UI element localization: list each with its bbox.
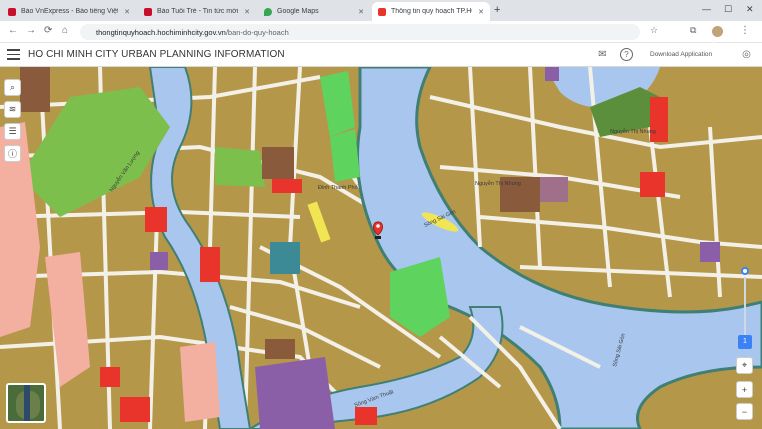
vnexpress-favicon-icon [8,7,16,16]
red-zone [145,207,167,232]
close-window-icon[interactable]: ✕ [746,4,754,15]
planning-map[interactable]: Sông Sài Gòn Sông Sài Gòn Sông Vàm Thuật… [0,67,762,429]
tab-title: Thông tin quy hoạch TP.HCM [391,8,472,15]
map-canvas[interactable]: Sông Sài Gòn Sông Sài Gòn Sông Vàm Thuật… [0,67,762,429]
teal-zone [270,242,300,274]
close-icon[interactable]: ✕ [478,8,484,16]
reload-icon[interactable]: ⟳ [44,25,52,36]
tab-title: Google Maps [277,8,319,15]
help-icon[interactable]: ? [620,48,633,61]
pink-zone [180,342,220,422]
close-icon[interactable]: ✕ [358,8,364,16]
hamburger-menu-icon[interactable] [7,49,20,60]
search-map-button[interactable]: ⌕ [4,79,21,96]
new-tab-button[interactable]: + [494,4,500,16]
bookmark-star-icon[interactable]: ☆ [650,25,658,36]
google-maps-favicon-icon [264,7,272,16]
red-zone [120,397,150,422]
zoom-slider-track[interactable] [744,277,746,339]
plus-icon: + [741,384,748,395]
close-icon[interactable]: ✕ [244,8,250,16]
street-label: Nguyễn Thị Nhung [610,128,656,135]
street-label: Nguyễn Thị Nhung [475,180,521,187]
tab-title: Báo VnExpress - Báo tiếng Việt [21,8,119,15]
search-icon: ⌕ [9,82,16,92]
layers-button[interactable]: ≋ [4,101,21,118]
red-zone [650,97,668,142]
purple-zone [700,242,720,262]
purple-zone [540,177,568,202]
brown-zone [262,147,294,179]
quy-hoach-favicon-icon [378,7,386,16]
red-zone [355,407,377,425]
red-zone [272,179,302,193]
layers-icon: ≋ [8,104,17,114]
zoom-in-button[interactable]: + [736,381,753,398]
purple-zone [255,357,335,429]
app-header: HO CHI MINH CITY URBAN PLANNING INFORMAT… [0,43,762,67]
tab-google-maps[interactable]: Google Maps ✕ [258,2,370,21]
slider-handle[interactable] [741,267,749,275]
info-icon: ⓘ [7,149,17,159]
maximize-icon[interactable]: ☐ [724,4,732,15]
list-button[interactable]: ☰ [4,123,21,140]
menu-dots-icon[interactable]: ⋮ [740,25,750,36]
back-icon[interactable]: ← [8,25,18,36]
home-icon[interactable]: ⌂ [62,25,68,36]
crosshair-icon: ⌖ [741,360,748,370]
download-application-link[interactable]: Download Application [650,51,712,58]
red-zone [100,367,120,387]
url-path: /ban-do-quy-hoach [225,27,289,37]
minimize-icon[interactable]: — [702,4,711,14]
locate-button[interactable]: ⌖ [736,357,753,374]
info-button[interactable]: ⓘ [4,145,21,162]
tab-title: Báo Tuổi Trẻ - Tin tức mới nhất [157,8,239,15]
apple-icon[interactable] [717,48,730,61]
brown-zone [265,339,295,359]
address-bar[interactable]: thongtinquyhoach.hochiminhcity.gov.vn/ba… [80,24,640,40]
red-zone [640,172,665,197]
purple-zone [545,67,559,81]
close-icon[interactable]: ✕ [124,8,130,16]
street-label: Đinh Thanh Phố [318,185,358,191]
android-icon[interactable]: ◎ [740,48,753,61]
purple-zone [150,252,168,270]
park-block [330,129,360,182]
list-icon: ☰ [8,126,17,136]
basemap-thumbnail[interactable] [6,383,46,423]
zoom-level-badge: 1 [738,335,752,349]
mail-icon[interactable]: ✉ [596,48,609,61]
red-zone [200,247,220,282]
page-title: HO CHI MINH CITY URBAN PLANNING INFORMAT… [28,49,285,60]
forward-icon[interactable]: → [26,25,36,36]
tuoitre-favicon-icon [144,7,152,16]
url-host: thongtinquyhoach.hochiminhcity.gov.vn [96,27,226,37]
browser-toolbar: ← → ⟳ ⌂ thongtinquyhoach.hochiminhcity.g… [0,21,762,44]
minus-icon: − [741,406,748,417]
browser-tab-strip: Báo VnExpress - Báo tiếng Việt ✕ Báo Tuổ… [0,0,762,21]
tab-quy-hoach[interactable]: Thông tin quy hoạch TP.HCM ✕ [372,2,490,21]
brown-zone [20,67,50,112]
tab-vnexpress[interactable]: Báo VnExpress - Báo tiếng Việt ✕ [2,2,136,21]
zoom-out-button[interactable]: − [736,403,753,420]
park-block [215,147,265,187]
tab-tuoitre[interactable]: Báo Tuổi Trẻ - Tin tức mới nhất ✕ [138,2,256,21]
